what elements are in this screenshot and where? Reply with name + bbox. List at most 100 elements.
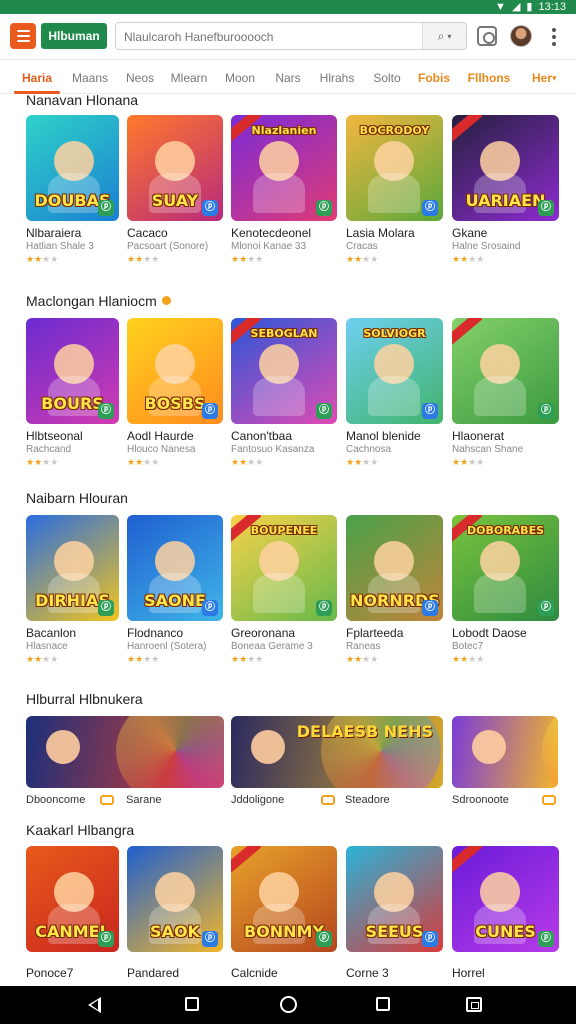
tab-haria[interactable]: Haria <box>14 62 60 94</box>
search-input[interactable] <box>124 27 416 46</box>
star-icon: ★ <box>135 254 144 264</box>
app-tile[interactable]: SUAY ⓟ <box>127 115 223 221</box>
app-name[interactable]: Hlbtseonal <box>26 429 83 443</box>
star-icon: ★ <box>151 654 160 664</box>
app-tile[interactable]: SAOK ⓟ <box>127 846 223 952</box>
star-icon: ★ <box>354 254 363 264</box>
ribbon <box>231 846 262 875</box>
tab-maans[interactable]: Maans <box>68 62 112 94</box>
app-name[interactable]: Horrel <box>452 966 485 980</box>
star-icon: ★ <box>26 457 35 467</box>
app-tile[interactable]: BOURS ⓟ <box>26 318 119 424</box>
home-icon[interactable] <box>280 996 297 1013</box>
app-chip[interactable]: Hlbuman <box>41 23 107 49</box>
app-name[interactable]: Calcnide <box>231 966 278 980</box>
app-name[interactable]: Lobodt Daose <box>452 626 527 640</box>
square-icon[interactable] <box>376 997 390 1011</box>
star-icon: ★ <box>452 654 461 664</box>
star-icon: ★ <box>231 254 240 264</box>
app-name[interactable]: Bacanlon <box>26 626 76 640</box>
app-name[interactable]: Corne 3 <box>346 966 389 980</box>
banner-name[interactable]: Sdroonoote <box>452 794 509 806</box>
star-rating: ★★★★ <box>231 254 263 265</box>
tab-mlearn[interactable]: Mlearn <box>168 62 210 94</box>
app-subtitle: Hanroenl (Sotera) <box>127 641 207 652</box>
tab-moon[interactable]: Moon <box>218 62 262 94</box>
app-tile[interactable]: BOUPENEE ⓟ <box>231 515 337 621</box>
app-tile[interactable]: SEEUS ⓟ <box>346 846 443 952</box>
app-tile[interactable]: SOLVIOGR ⓟ <box>346 318 443 424</box>
app-name[interactable]: Fplarteeda <box>346 626 403 640</box>
app-tile[interactable]: CUNES ⓟ <box>452 846 559 952</box>
promo-banner[interactable] <box>452 716 558 788</box>
app-name[interactable]: Greoronana <box>231 626 295 640</box>
star-icon: ★ <box>370 654 379 664</box>
tag-icon <box>542 795 556 805</box>
app-name[interactable]: Ponoce7 <box>26 966 73 980</box>
star-icon: ★ <box>135 457 144 467</box>
tab-hlrahs[interactable]: Hlrahs <box>314 62 360 94</box>
avatar[interactable] <box>510 25 532 47</box>
star-icon: ★ <box>135 654 144 664</box>
rainbow-art <box>116 716 224 788</box>
app-badge-icon: ⓟ <box>422 931 438 947</box>
square-icon[interactable] <box>185 997 199 1011</box>
app-badge-icon: ⓟ <box>202 600 218 616</box>
tag-icon <box>100 795 114 805</box>
app-tile[interactable]: ⓟ <box>452 318 559 424</box>
star-icon: ★ <box>460 654 469 664</box>
app-art-title: SEBOGLAN <box>250 327 318 340</box>
app-tile[interactable]: BONNMY ⓟ <box>231 846 337 952</box>
app-tile[interactable]: SEBOGLAN ⓟ <box>231 318 337 424</box>
banner-name[interactable]: Jddoligone <box>231 794 284 806</box>
app-tile[interactable]: DOBORABES ⓟ <box>452 515 559 621</box>
app-tile[interactable]: SAONE ⓟ <box>127 515 223 621</box>
app-name[interactable]: Lasia Molara <box>346 226 415 240</box>
star-icon: ★ <box>50 654 59 664</box>
promo-banner[interactable] <box>26 716 224 788</box>
star-icon: ★ <box>127 457 136 467</box>
back-icon[interactable] <box>88 997 101 1013</box>
app-name[interactable]: Nlbaraiera <box>26 226 81 240</box>
section-title: Hlburral Hlbnukera <box>26 691 143 707</box>
app-subtitle: Rachcand <box>26 444 72 455</box>
menu-icon[interactable] <box>10 23 36 49</box>
app-name[interactable]: Cacaco <box>127 226 168 240</box>
tab-nars[interactable]: Nars <box>270 62 306 94</box>
app-name[interactable]: Hlaonerat <box>452 429 504 443</box>
tab-fobis[interactable]: Fobis <box>414 62 454 94</box>
app-badge-icon: ⓟ <box>422 600 438 616</box>
star-icon: ★ <box>50 254 59 264</box>
app-badge-icon: ⓟ <box>202 403 218 419</box>
search-bar[interactable]: ⌕ ▾ <box>115 22 467 50</box>
star-rating: ★★★★ <box>26 654 58 665</box>
app-art-title: Nlazlanien <box>251 124 317 137</box>
app-name[interactable]: Flodnanco <box>127 626 183 640</box>
app-tile[interactable]: NORNRDS ⓟ <box>346 515 443 621</box>
app-tile[interactable]: BOSBS ⓟ <box>127 318 223 424</box>
tab-neos[interactable]: Neos <box>120 62 160 94</box>
search-button[interactable]: ⌕ ▾ <box>422 23 466 49</box>
app-name[interactable]: Canon'tbaa <box>231 429 292 443</box>
tab-solto[interactable]: Solto <box>368 62 406 94</box>
recents-icon[interactable] <box>466 997 482 1012</box>
tab-fllhons[interactable]: Fllhons <box>464 62 514 94</box>
app-tile[interactable]: DOUBAS ⓟ <box>26 115 119 221</box>
app-name[interactable]: Manol blenide <box>346 429 421 443</box>
app-name[interactable]: Aodl Haurde <box>127 429 194 443</box>
more-vert-icon[interactable] <box>546 26 562 48</box>
app-tile[interactable]: Nlazlanien ⓟ <box>231 115 337 221</box>
ribbon <box>452 318 483 347</box>
app-tile[interactable]: DIRHIAS ⓟ <box>26 515 119 621</box>
app-subtitle: Boneaa Gerame 3 <box>231 641 313 652</box>
badge-icon <box>161 296 171 305</box>
promo-banner[interactable]: DELAESB NEHS <box>231 716 443 788</box>
app-tile[interactable]: CANMEL ⓟ <box>26 846 119 952</box>
app-tile[interactable]: UARIAEN ⓟ <box>452 115 559 221</box>
cast-icon[interactable] <box>477 26 497 46</box>
app-name[interactable]: Kenotecdeonel <box>231 226 311 240</box>
app-name[interactable]: Gkane <box>452 226 487 240</box>
app-tile[interactable]: BOCRODOY ⓟ <box>346 115 443 221</box>
app-name[interactable]: Pandared <box>127 966 179 980</box>
banner-name[interactable]: Dbooncome <box>26 794 85 806</box>
